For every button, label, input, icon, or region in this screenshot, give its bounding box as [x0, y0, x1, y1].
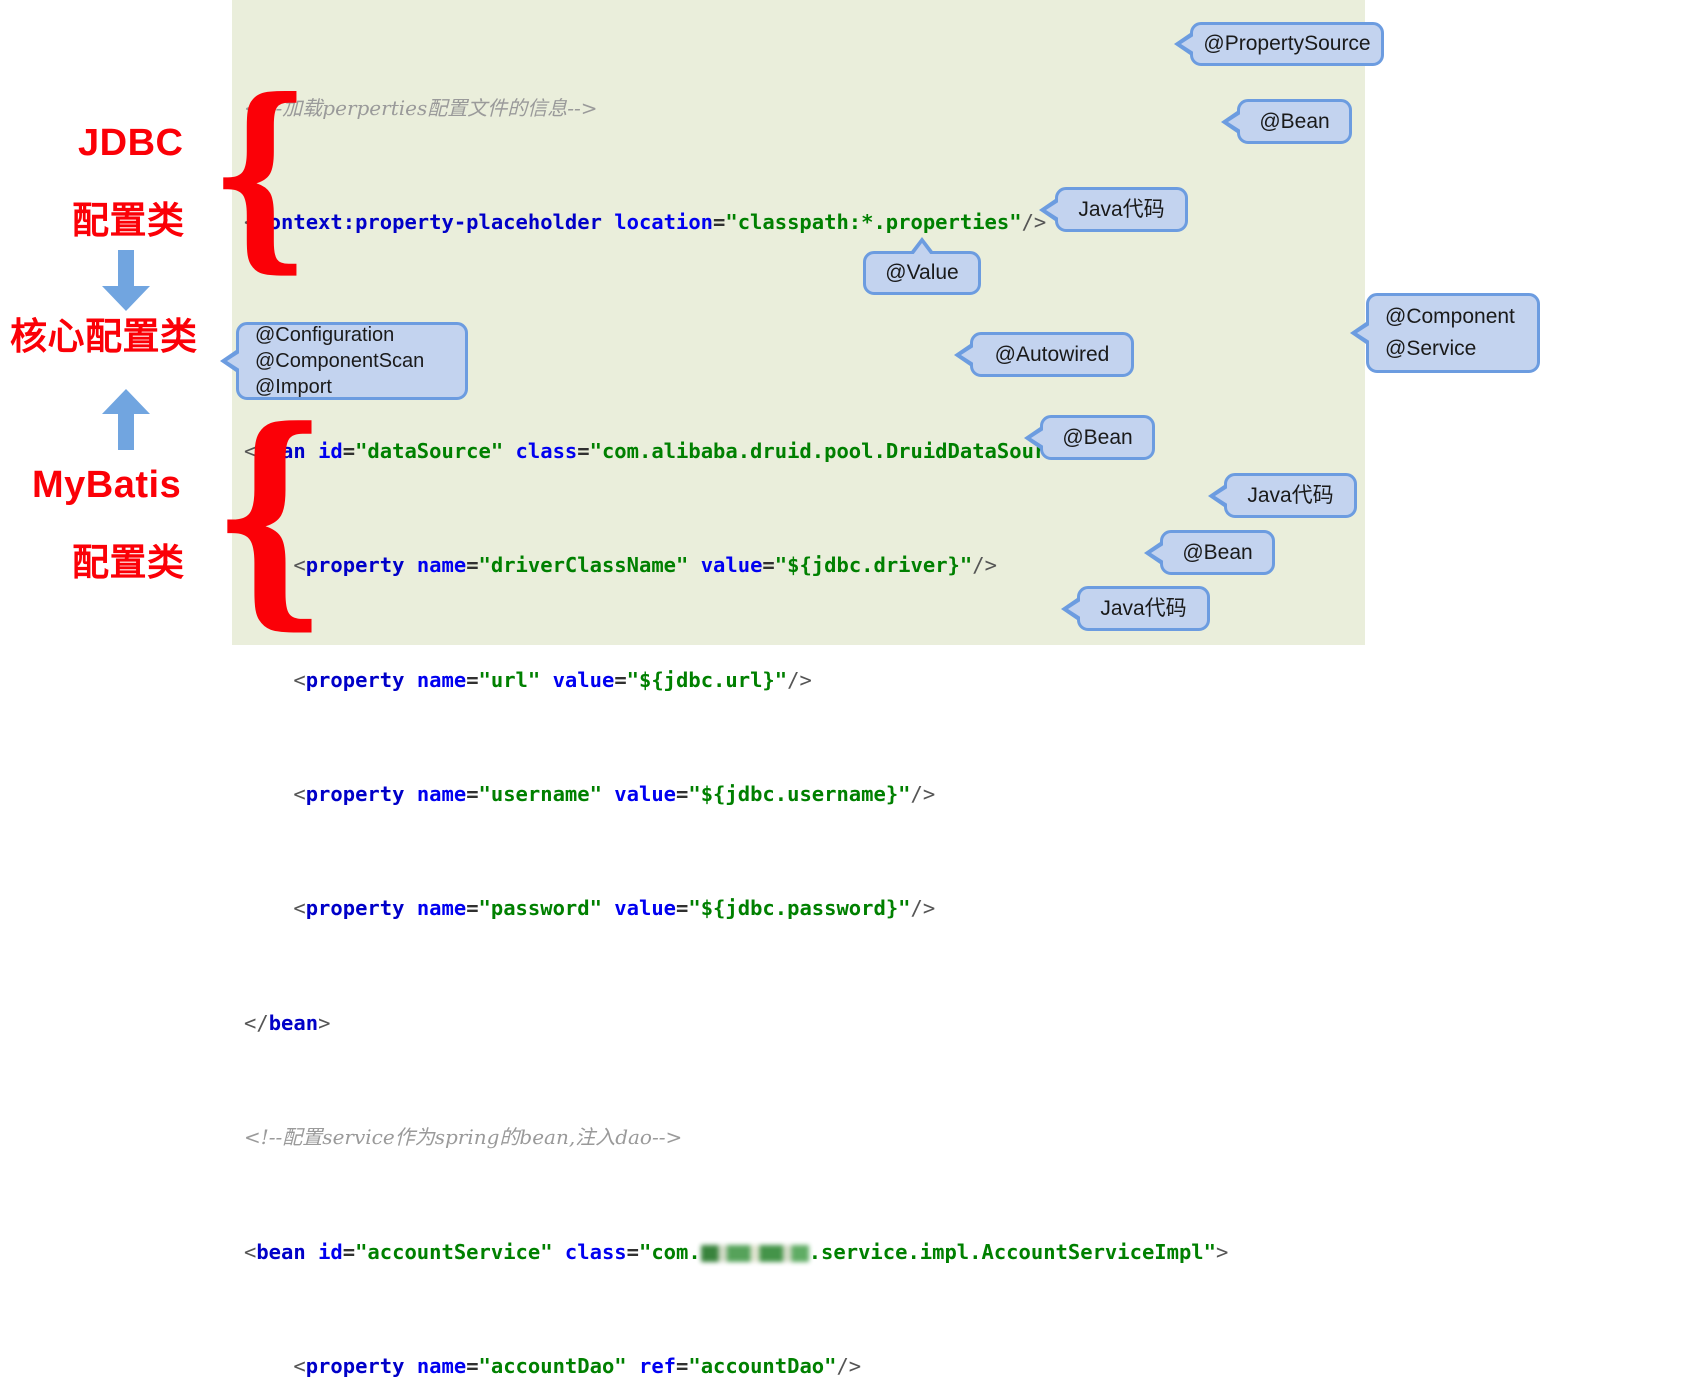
callout-tail-fill [227, 352, 241, 370]
callout-label: @Bean [1062, 425, 1133, 449]
callout-bean-sqlsession[interactable]: @Bean [1024, 415, 1155, 460]
code-line: <property name="url" value="${jdbc.url}"… [293, 667, 812, 692]
callout-tail-fill [1151, 543, 1165, 562]
callout-tail-fill [1068, 599, 1082, 618]
code-line: <property name="accountDao" ref="account… [293, 1353, 862, 1378]
callout-java-code-3[interactable]: Java代码 [1061, 586, 1210, 631]
callout-tail-fill [961, 345, 975, 364]
callout-tail-fill [913, 243, 931, 255]
code-line: <property name="password" value="${jdbc.… [293, 896, 936, 921]
callout-tail-fill [1031, 428, 1045, 447]
arrow-up-icon [102, 389, 150, 450]
callout-autowired[interactable]: @Autowired [954, 332, 1134, 377]
callout-label: Java代码 [1247, 483, 1334, 507]
callout-value[interactable]: @Value [863, 237, 981, 295]
brace-mybatis: { [212, 380, 328, 650]
callout-tail-fill [1046, 200, 1060, 219]
label-mybatis-title: MyBatis [32, 464, 182, 506]
callout-bean-mapperscanner[interactable]: @Bean [1144, 530, 1275, 575]
callout-component-service[interactable]: @Component @Service [1350, 293, 1540, 373]
brace-jdbc: { [210, 56, 311, 291]
code-line: <!--配置service作为spring的bean,注入dao--> [244, 1123, 1228, 1152]
code-line: <property name="username" value="${jdbc.… [293, 782, 936, 807]
code-line: <property name="driverClassName" value="… [293, 553, 997, 578]
callout-label: @Autowired [994, 342, 1110, 366]
callout-label: @Configuration @ComponentScan @Import [255, 324, 425, 398]
callout-bean-datasource[interactable]: @Bean [1221, 99, 1352, 144]
label-mybatis-subtitle: 配置类 [72, 542, 185, 583]
callout-java-code-1[interactable]: Java代码 [1039, 187, 1188, 232]
callout-label: @Value [885, 261, 959, 284]
callout-label: Java代码 [1078, 197, 1165, 221]
label-core-config: 核心配置类 [10, 316, 198, 357]
callout-label: @Bean [1182, 540, 1253, 564]
callout-tail-fill [1357, 324, 1371, 342]
callout-configuration[interactable]: @Configuration @ComponentScan @Import [220, 322, 468, 400]
code-line: <!--加载perperties配置文件的信息--> [244, 94, 1228, 123]
code-line: </bean> [244, 1010, 331, 1035]
callout-tail-fill [1215, 486, 1229, 505]
callout-tail-fill [1181, 35, 1195, 53]
callout-java-code-2[interactable]: Java代码 [1208, 473, 1357, 518]
callout-property-source[interactable]: @PropertySource [1174, 22, 1384, 66]
label-jdbc-subtitle: 配置类 [72, 200, 185, 241]
code-line: <bean id="accountService" class="com. .se… [244, 1239, 1229, 1264]
callout-label: @Bean [1259, 109, 1330, 133]
callout-label: @PropertySource [1203, 32, 1371, 55]
redacted-package-name [700, 1244, 809, 1262]
label-jdbc-title: JDBC [78, 122, 184, 164]
code-comment: <!--配置service作为spring的bean,注入dao--> [244, 1125, 683, 1150]
callout-tail-fill [1228, 112, 1242, 131]
callout-label: @Component @Service [1385, 305, 1515, 360]
callout-label: Java代码 [1100, 596, 1187, 620]
arrow-down-icon [102, 250, 150, 311]
